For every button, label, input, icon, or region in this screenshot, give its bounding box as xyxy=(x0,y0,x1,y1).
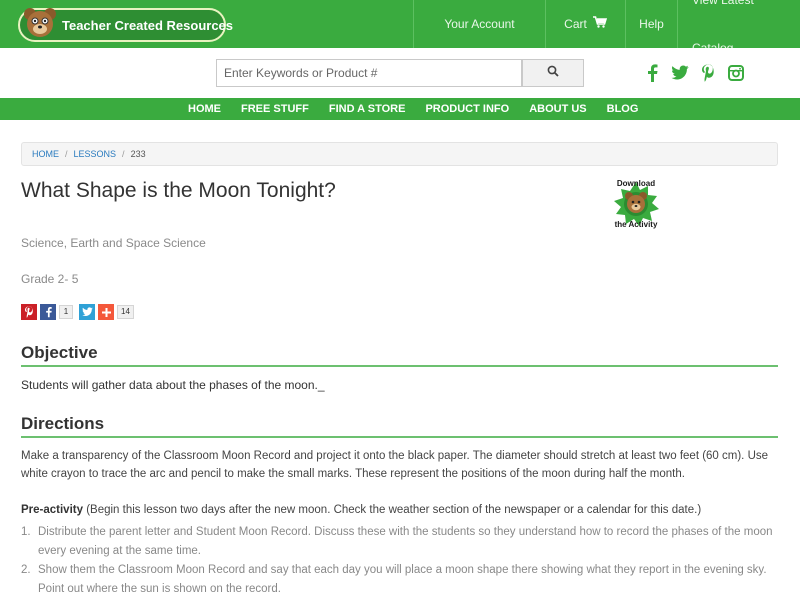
main-nav: HOME FREE STUFF FIND A STORE PRODUCT INF… xyxy=(0,98,800,120)
nav-cart[interactable]: Cart xyxy=(545,0,625,48)
instagram-icon[interactable] xyxy=(727,64,745,82)
search-input[interactable] xyxy=(216,59,522,87)
objective-heading: Objective xyxy=(21,343,778,367)
main-nav-product-info[interactable]: PRODUCT INFO xyxy=(415,98,519,120)
download-badge-icon: Download the Activity xyxy=(614,179,659,229)
step-number: 2. xyxy=(21,564,31,576)
preactivity-label: Pre-activity xyxy=(21,504,84,516)
directions-heading: Directions xyxy=(21,414,778,438)
breadcrumb: HOME / LESSONS / 233 xyxy=(21,142,778,166)
top-bar: Teacher Created Resources Your Account C… xyxy=(0,0,800,55)
search-button[interactable] xyxy=(522,59,584,87)
pinterest-icon[interactable] xyxy=(699,64,717,82)
breadcrumb-separator: / xyxy=(65,149,68,159)
step-text: Distribute the parent letter and Student… xyxy=(38,526,773,557)
download-activity-button[interactable]: Download the Activity xyxy=(604,176,668,234)
pinterest-share-icon[interactable] xyxy=(21,304,37,320)
brand-name: Teacher Created Resources xyxy=(62,17,234,33)
step-text: Show them the Classroom Moon Record and … xyxy=(38,564,767,595)
share-buttons: 1 14 xyxy=(21,304,137,320)
list-item: 2. Show them the Classroom Moon Record a… xyxy=(21,561,781,599)
social-links xyxy=(643,64,745,82)
bear-mascot-icon xyxy=(22,4,58,40)
step-number: 1. xyxy=(21,526,31,538)
directions-text: Make a transparency of the Classroom Moo… xyxy=(21,450,769,480)
badge-line1: Download xyxy=(617,179,655,188)
facebook-icon[interactable] xyxy=(643,64,661,82)
preactivity-text: (Begin this lesson two days after the ne… xyxy=(83,504,702,516)
search-row xyxy=(0,48,800,98)
breadcrumb-separator: / xyxy=(122,149,125,159)
brand-logo[interactable]: Teacher Created Resources xyxy=(18,8,233,42)
breadcrumb-lessons[interactable]: LESSONS xyxy=(74,143,117,165)
page-title: What Shape is the Moon Tonight? xyxy=(21,179,336,202)
objective-text: Students will gather data about the phas… xyxy=(21,378,325,392)
facebook-share-icon[interactable] xyxy=(40,304,56,320)
badge-line2: the Activity xyxy=(615,220,658,229)
steps-list: 1. Distribute the parent letter and Stud… xyxy=(21,523,781,599)
main-nav-blog[interactable]: BLOG xyxy=(597,98,649,120)
nav-help[interactable]: Help xyxy=(625,0,677,48)
nav-label: Cart xyxy=(564,17,587,31)
list-item: 1. Distribute the parent letter and Stud… xyxy=(21,523,781,561)
main-nav-about-us[interactable]: ABOUT US xyxy=(519,98,596,120)
addthis-share-count: 14 xyxy=(117,305,134,319)
lesson-subject: Science, Earth and Space Science xyxy=(21,236,206,250)
nav-label: Help xyxy=(639,17,664,31)
addthis-share-icon[interactable] xyxy=(98,304,114,320)
main-nav-find-a-store[interactable]: FIND A STORE xyxy=(319,98,416,120)
twitter-share-icon[interactable] xyxy=(79,304,95,320)
main-nav-free-stuff[interactable]: FREE STUFF xyxy=(231,98,319,120)
twitter-icon[interactable] xyxy=(671,64,689,82)
breadcrumb-current: 233 xyxy=(130,149,146,159)
breadcrumb-home[interactable]: HOME xyxy=(32,143,59,165)
facebook-share-count: 1 xyxy=(59,305,73,319)
nav-your-account[interactable]: Your Account xyxy=(413,0,545,48)
account-nav: Your Account Cart Help View Latest Catal… xyxy=(413,0,800,55)
main-nav-home[interactable]: HOME xyxy=(178,98,231,120)
search-icon xyxy=(547,64,559,82)
lesson-grade: Grade 2- 5 xyxy=(21,272,79,286)
nav-view-latest-catalog[interactable]: View Latest Catalog xyxy=(677,0,800,55)
nav-label: Your Account xyxy=(444,17,515,31)
preactivity-note: Pre-activity (Begin this lesson two days… xyxy=(21,504,701,516)
cart-icon xyxy=(592,0,607,48)
